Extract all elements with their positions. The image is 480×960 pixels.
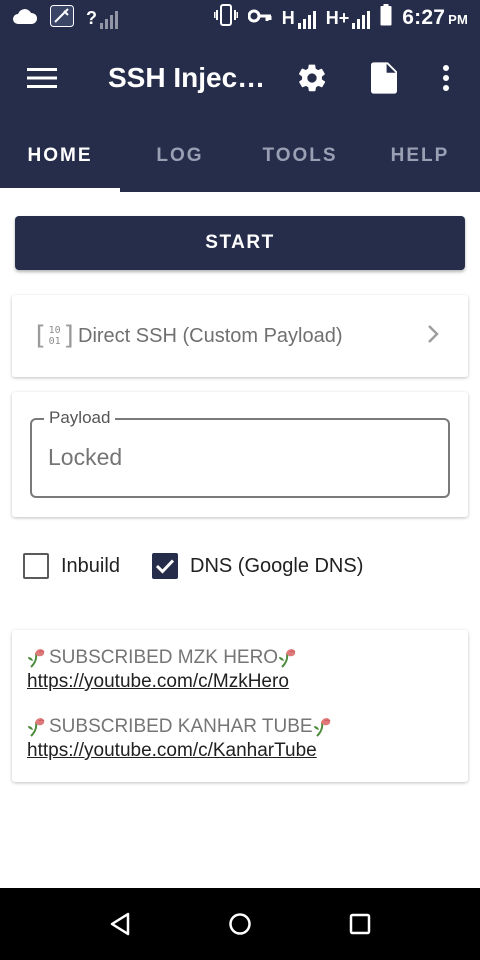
payload-field[interactable]: Payload	[30, 408, 450, 498]
network-signal-1: H	[282, 8, 316, 29]
menu-button[interactable]	[12, 48, 72, 108]
youtube-link-1[interactable]: https://youtube.com/c/MzkHero	[27, 670, 289, 693]
battery-icon	[380, 4, 392, 32]
signal-icon	[297, 10, 316, 29]
system-nav-bar	[0, 888, 480, 960]
tab-tools[interactable]: TOOLS	[240, 120, 360, 192]
network-type-1: H	[281, 7, 295, 28]
home-button[interactable]	[222, 906, 258, 942]
connection-mode-label: Direct SSH (Custom Payload)	[78, 324, 343, 347]
binary-icon: [ 10 01 ]	[32, 321, 78, 351]
home-circle-icon	[229, 913, 251, 935]
recents-square-icon	[349, 913, 371, 935]
wilted-flower-icon	[28, 649, 45, 668]
network-signal-2: H+	[326, 8, 371, 29]
file-button[interactable]	[360, 54, 408, 102]
app-bar: SSH Injec…	[0, 36, 480, 120]
inbuild-checkbox-row[interactable]: Inbuild	[23, 551, 120, 581]
recents-button[interactable]	[342, 906, 378, 942]
connection-mode-selector[interactable]: [ 10 01 ] Direct SSH (Custom Payload)	[12, 295, 468, 377]
debug-icon	[50, 4, 74, 32]
payload-input[interactable]	[48, 444, 428, 471]
wilted-flower-icon	[28, 718, 45, 737]
more-vert-icon	[443, 65, 449, 91]
clock: 6:27 PM	[402, 6, 468, 30]
check-icon	[155, 559, 175, 574]
tab-log[interactable]: LOG	[120, 120, 240, 192]
inbuild-checkbox[interactable]	[23, 553, 49, 579]
hamburger-icon	[27, 68, 57, 88]
gear-icon	[298, 64, 326, 92]
more-options-button[interactable]	[422, 54, 470, 102]
info-line-2-text: SUBSCRIBED KANHAR TUBE	[49, 716, 313, 737]
dns-label: DNS (Google DNS)	[190, 554, 364, 577]
status-left: ?	[12, 4, 118, 32]
tab-help[interactable]: HELP	[360, 120, 480, 192]
status-bar: ? H H+ 6:27 PM	[0, 0, 480, 36]
info-line-1-text: SUBSCRIBED MZK HERO	[49, 647, 279, 668]
dns-checkbox-row[interactable]: DNS (Google DNS)	[152, 551, 363, 581]
tab-bar: HOME LOG TOOLS HELP	[0, 120, 480, 192]
start-button[interactable]: START	[15, 216, 465, 270]
tab-home[interactable]: HOME	[0, 120, 120, 192]
no-signal-icon	[100, 10, 118, 29]
vpn-key-icon	[247, 7, 272, 29]
tab-indicator	[0, 188, 120, 192]
info-card: SUBSCRIBED MZK HERO https://youtube.com/…	[12, 630, 468, 782]
wilted-flower-icon	[279, 649, 296, 668]
clock-time: 6:27	[402, 6, 446, 29]
info-line-2: SUBSCRIBED KANHAR TUBE	[27, 715, 468, 739]
cloud-icon	[12, 7, 38, 30]
payload-label: Payload	[44, 408, 116, 428]
app-title: SSH Injec…	[108, 62, 266, 93]
sim-unknown-text: ?	[86, 7, 97, 28]
sim-unknown-indicator: ?	[86, 8, 118, 29]
settings-button[interactable]	[288, 54, 336, 102]
inbuild-label: Inbuild	[61, 554, 120, 577]
network-type-2: H+	[325, 7, 350, 28]
youtube-link-2[interactable]: https://youtube.com/c/KanharTube	[27, 739, 317, 762]
dns-checkbox[interactable]	[152, 553, 178, 579]
chevron-right-icon	[428, 325, 439, 343]
info-line-1: SUBSCRIBED MZK HERO	[27, 646, 468, 670]
status-right: H H+ 6:27 PM	[213, 4, 468, 32]
signal-icon	[352, 10, 371, 29]
vibrate-icon	[213, 4, 239, 32]
back-triangle-icon	[110, 912, 130, 936]
clock-ampm: PM	[448, 12, 468, 27]
back-button[interactable]	[102, 906, 138, 942]
file-icon	[371, 62, 397, 94]
wilted-flower-icon	[313, 718, 330, 737]
payload-card: Payload	[12, 392, 468, 517]
